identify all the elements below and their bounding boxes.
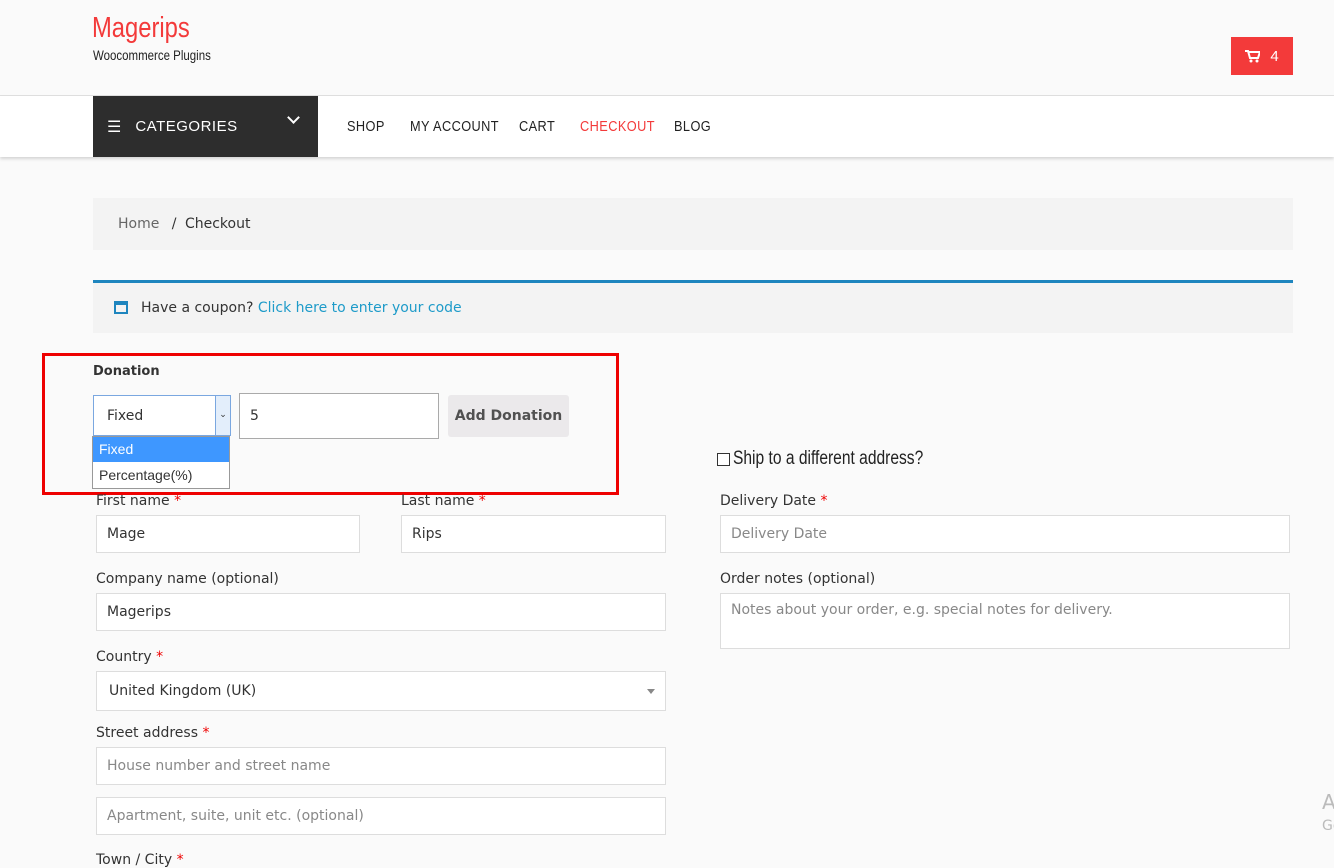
- option-fixed[interactable]: Fixed: [93, 437, 229, 462]
- breadcrumb-home[interactable]: Home: [118, 216, 159, 232]
- logo-title[interactable]: Magerips: [92, 12, 190, 45]
- order-notes-label: Order notes (optional): [720, 571, 876, 587]
- first-name-input[interactable]: Mage: [96, 515, 360, 553]
- chevron-down-icon: ⌄: [215, 396, 230, 435]
- country-label: Country *: [96, 649, 164, 665]
- window-icon: [114, 301, 128, 314]
- categories-label: CATEGORIES: [135, 118, 238, 135]
- donation-label: Donation: [93, 364, 160, 379]
- nav-checkout[interactable]: CHECKOUT: [580, 96, 655, 157]
- windows-watermark: A Go: [1322, 790, 1334, 834]
- order-notes-textarea[interactable]: Notes about your order, e.g. special not…: [720, 593, 1290, 649]
- country-value: United Kingdom (UK): [109, 683, 257, 699]
- coupon-link[interactable]: Click here to enter your code: [258, 300, 462, 316]
- donation-amount-input[interactable]: 5: [239, 393, 439, 439]
- option-percentage[interactable]: Percentage(%): [93, 462, 229, 488]
- donation-type-options: Fixed Percentage(%): [92, 436, 230, 489]
- cart-icon: [1245, 49, 1261, 62]
- street-address-2-input[interactable]: Apartment, suite, unit etc. (optional): [96, 797, 666, 835]
- delivery-date-input[interactable]: Delivery Date: [720, 515, 1290, 553]
- company-input[interactable]: Magerips: [96, 593, 666, 631]
- categories-dropdown[interactable]: ☰ CATEGORIES: [93, 96, 318, 157]
- country-select[interactable]: United Kingdom (UK): [96, 671, 666, 711]
- coupon-notice: Have a coupon? Click here to enter your …: [93, 280, 1293, 333]
- ship-different-toggle[interactable]: Ship to a different address?: [717, 448, 965, 470]
- ship-different-label: Ship to a different address?: [733, 448, 924, 469]
- logo-subtitle: Woocommerce Plugins: [93, 47, 211, 63]
- breadcrumb-current: Checkout: [184, 216, 251, 232]
- last-name-label: Last name *: [401, 493, 486, 509]
- nav-shop[interactable]: SHOP: [347, 96, 385, 157]
- donation-type-value: Fixed: [107, 407, 144, 424]
- street-address-1-input[interactable]: House number and street name: [96, 747, 666, 785]
- breadcrumb-separator: /: [171, 216, 177, 232]
- nav-blog[interactable]: BLOG: [674, 96, 711, 157]
- last-name-input[interactable]: Rips: [401, 515, 666, 553]
- delivery-date-label: Delivery Date *: [720, 493, 828, 509]
- cart-count: 4: [1270, 47, 1279, 65]
- company-label: Company name (optional): [96, 571, 279, 587]
- donation-type-select[interactable]: Fixed ⌄: [93, 395, 231, 436]
- cart-button[interactable]: 4: [1231, 37, 1293, 75]
- nav-cart[interactable]: CART: [519, 96, 555, 157]
- nav-my-account[interactable]: MY ACCOUNT: [410, 96, 499, 157]
- caret-down-icon: [647, 689, 655, 698]
- chevron-down-icon: [287, 111, 300, 124]
- breadcrumb: Home / Checkout: [93, 198, 1293, 250]
- checkbox[interactable]: [717, 452, 730, 466]
- coupon-text: Have a coupon?: [141, 300, 254, 316]
- street-label: Street address *: [96, 725, 210, 741]
- first-name-label: First name *: [96, 493, 182, 509]
- menu-icon: ☰: [107, 118, 122, 136]
- add-donation-button[interactable]: Add Donation: [448, 395, 569, 437]
